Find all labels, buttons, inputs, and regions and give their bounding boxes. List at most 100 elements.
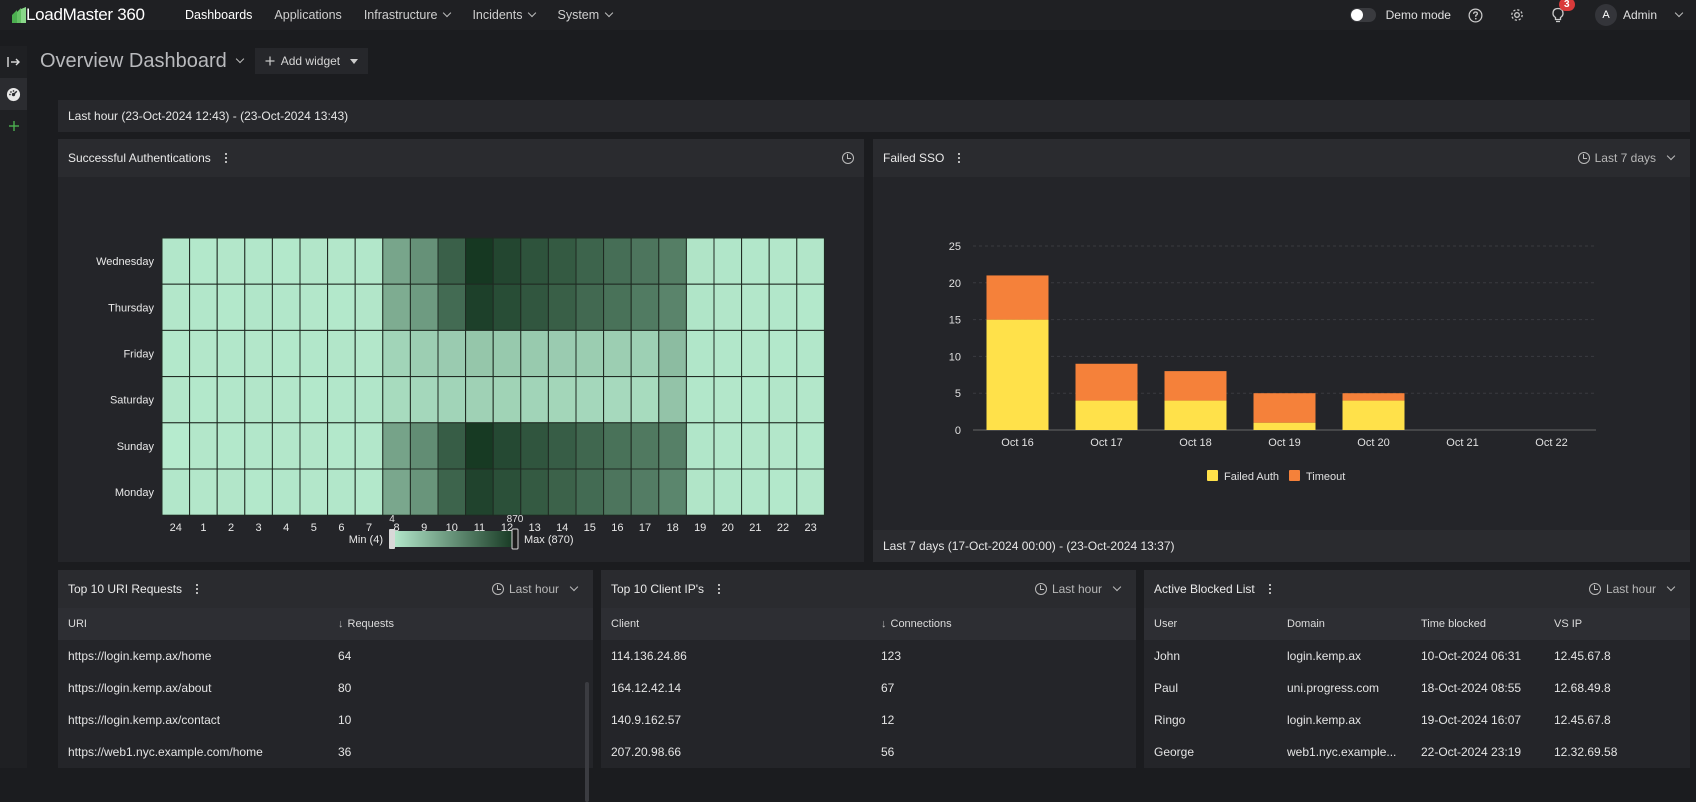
add-dashboard-plus-icon[interactable]: [0, 110, 27, 142]
heatmap-cell: [547, 422, 577, 470]
help-icon[interactable]: [1468, 7, 1484, 23]
heatmap-cell: [189, 283, 218, 331]
heatmap-cell: [520, 329, 549, 378]
x-tick-label: Oct 16: [1001, 437, 1033, 449]
heatmap-cell: [437, 283, 467, 331]
table-cell: 18-Oct-2024 08:55: [1421, 681, 1522, 695]
heatmap-cell: [741, 283, 770, 331]
column-header-user[interactable]: User: [1144, 618, 1277, 630]
table-cell: 123: [881, 649, 902, 663]
user-avatar[interactable]: A: [1594, 4, 1617, 26]
x-tick-label: Oct 18: [1179, 437, 1211, 449]
nav-infrastructure[interactable]: Infrastructure: [363, 8, 452, 22]
nav-dashboards[interactable]: Dashboards: [185, 8, 252, 22]
y-tick-label: Sunday: [117, 441, 155, 453]
nav-system[interactable]: System: [557, 8, 614, 22]
y-tick-label: Saturday: [110, 395, 155, 407]
heatmap-cell: [713, 422, 743, 470]
demo-mode-toggle[interactable]: [1349, 8, 1376, 22]
expand-sidebar-icon[interactable]: [0, 46, 27, 78]
notifications-lightbulb-icon[interactable]: 3: [1550, 0, 1575, 23]
table-row[interactable]: Ringo login.kemp.ax 19-Oct-2024 16:07 12.45…: [1144, 704, 1690, 736]
table-row[interactable]: 114.136.24.86 123: [601, 640, 1136, 672]
dashboard-gauge-icon[interactable]: [0, 78, 27, 110]
time-range-clock-icon[interactable]: [842, 152, 854, 164]
heatmap-cell: [465, 376, 494, 424]
heatmap-cell: [547, 376, 577, 424]
time-range-selector[interactable]: Last hour: [1034, 570, 1122, 608]
table-cell: 207.20.98.66: [611, 745, 682, 759]
table-row[interactable]: Paul uni.progress.com 18-Oct-2024 08:55 12.…: [1144, 672, 1690, 704]
panel-menu-kebab-icon[interactable]: [224, 153, 227, 163]
table-body: John login.kemp.ax 10-Oct-2024 06:31 12.45.…: [1144, 640, 1690, 768]
panel-menu-kebab-icon[interactable]: [1268, 584, 1271, 594]
column-header-label: Requests: [347, 618, 394, 630]
nav-applications[interactable]: Applications: [274, 8, 341, 22]
table-cell: 19-Oct-2024 16:07: [1421, 713, 1522, 727]
table-row[interactable]: 140.9.162.57 12: [601, 704, 1136, 736]
heatmap-cell: [658, 376, 687, 424]
heatmap-cell: [465, 468, 494, 516]
table-row[interactable]: George web1.nyc.example... 22-Oct-2024 23:…: [1144, 736, 1690, 768]
panel-menu-kebab-icon[interactable]: [958, 153, 961, 163]
time-range-selector[interactable]: Last 7 days: [1577, 139, 1676, 177]
panel-menu-kebab-icon[interactable]: [718, 584, 721, 594]
x-tick-label: 1: [200, 522, 206, 534]
add-widget-dropdown-icon[interactable]: [350, 58, 359, 64]
bar-timeout: [1342, 393, 1405, 401]
heatmap-cell: [409, 376, 439, 424]
x-tick-label: 4: [283, 522, 289, 534]
x-tick-label: Oct 20: [1357, 437, 1389, 449]
heatmap-cell: [244, 376, 273, 424]
x-tick-label: 7: [366, 522, 372, 534]
time-range-selector[interactable]: Last hour: [1588, 570, 1676, 608]
successful-authentications-panel: Successful Authentications Wednesday Thur…: [58, 139, 864, 562]
panel-header: Failed SSO Last 7 days: [873, 139, 1690, 177]
user-name[interactable]: Admin: [1623, 8, 1657, 22]
heatmap-cell: [796, 329, 825, 378]
app-logo[interactable]: LoadMaster 360: [12, 5, 172, 25]
nav-label: Infrastructure: [363, 8, 438, 22]
panel-footer-range: Last 7 days (17-Oct-2024 00:00) - (23-Oc…: [883, 539, 1175, 553]
table-cell: login.kemp.ax: [1287, 713, 1362, 727]
dashboard-select-chevron-icon[interactable]: [235, 54, 244, 64]
panel-header: Active Blocked List Last hour: [1144, 570, 1690, 608]
column-header-time-blocked[interactable]: Time blocked: [1411, 618, 1544, 630]
heatmap-cell: [741, 237, 770, 285]
table-row[interactable]: 207.20.98.66 56: [601, 736, 1136, 768]
bar-timeout: [1075, 363, 1138, 401]
time-range-bar[interactable]: Last hour (23-Oct-2024 12:43) - (23-Oct-…: [58, 100, 1690, 132]
heatmap-cell: [768, 376, 798, 424]
page-title[interactable]: Overview Dashboard: [40, 50, 227, 73]
table-cell: 80: [338, 681, 352, 695]
column-header-vs-ip[interactable]: VS IP: [1544, 618, 1674, 630]
x-tick-label: 17: [639, 522, 651, 534]
time-range-label: Last 7 days: [1594, 151, 1656, 165]
table-row[interactable]: https://web1.nyc.example.com/home 36: [58, 736, 593, 768]
table-row[interactable]: https://login.kemp.ax/about 80: [58, 672, 593, 704]
table-cell: 10: [338, 713, 352, 727]
column-header-uri[interactable]: URI: [58, 618, 328, 630]
heatmap-cell: [382, 329, 411, 378]
x-tick-label: 14: [556, 522, 568, 534]
table-row[interactable]: https://login.kemp.ax/home 64: [58, 640, 593, 672]
add-widget-button[interactable]: Add widget: [254, 48, 369, 74]
settings-gear-icon[interactable]: [1509, 7, 1525, 23]
heatmap-cell: [630, 283, 660, 331]
heatmap-cell: [685, 468, 715, 516]
heatmap-cell: [354, 422, 384, 470]
user-menu-chevron-icon[interactable]: [1674, 8, 1684, 18]
column-header-requests[interactable]: ↓ Requests: [328, 618, 578, 630]
time-range-selector[interactable]: Last hour: [491, 570, 579, 608]
table-scrollbar[interactable]: [585, 682, 589, 802]
nav-incidents[interactable]: Incidents: [472, 8, 537, 22]
panel-menu-kebab-icon[interactable]: [196, 584, 199, 594]
table-row[interactable]: John login.kemp.ax 10-Oct-2024 06:31 12.45.…: [1144, 640, 1690, 672]
column-header-domain[interactable]: Domain: [1277, 618, 1411, 630]
column-header-client[interactable]: Client: [601, 618, 871, 630]
heatmap-cell: [244, 237, 273, 285]
time-range-label: Last hour: [1051, 582, 1102, 596]
table-row[interactable]: https://login.kemp.ax/contact 10: [58, 704, 593, 736]
table-row[interactable]: 164.12.42.14 67: [601, 672, 1136, 704]
column-header-connections[interactable]: ↓ Connections: [871, 618, 1121, 630]
